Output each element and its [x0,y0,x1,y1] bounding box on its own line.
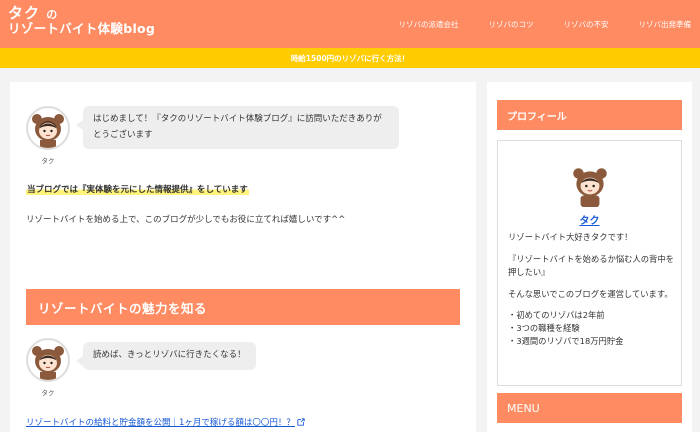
logo-title: リゾートバイト体験blog [8,20,156,36]
section-heading: リゾートバイトの魅力を知る [26,289,460,325]
announcement-text[interactable]: 時給1500円のリゾバに行く方法！ [291,53,409,64]
profile-description: リゾートバイト大好きタクです！ 『リゾートバイトを始めるか悩む人の背中を押したい… [508,231,678,348]
lead-text: リゾートバイトを始める上で、このブログが少しでもお役に立てれば嬉しいです^^ [26,215,346,225]
menu-heading: MENU [497,393,682,423]
nav-item-tips[interactable]: リゾバのコツ [480,19,543,30]
avatar [26,338,70,382]
intro-speech: タク はじめまして！『タクのリゾートバイト体験ブログ』に訪問いただきありがとうご… [26,106,399,165]
logo-particle: の [46,8,59,21]
logo-name: タク [8,4,41,22]
article-link[interactable]: リゾートバイトの給料と貯金額を公開｜1ヶ月で稼げる額は〇〇円！？ [26,416,305,428]
profile-heading: プロフィール [497,100,682,130]
profile-facts: 初めてのリゾバは2年前 3つの職種を経験 3週間のリゾバで18万円貯金 [508,309,678,348]
speech-bubble: はじめまして！『タクのリゾートバイト体験ブログ』に訪問いただきありがとうございま… [76,106,399,150]
list-item: 3週間のリゾバで18万円貯金 [508,335,678,348]
nav-item-prep[interactable]: リゾバ出発準備 [630,19,700,30]
profile-intro: リゾートバイト大好きタクです！ [508,232,633,242]
highlight-text: 当ブログでは『実体験を元にした情報提供』をしています [26,183,249,195]
profile-name-link[interactable]: タク [498,212,681,227]
site-logo[interactable]: タク の リゾートバイト体験blog [8,4,156,36]
section-speech: タク 読めば、きっとリゾバに行きたくなる！ [26,338,256,397]
profile-quote: 『リゾートバイトを始めるか悩む人の背中を押したい』 [508,253,674,277]
external-link-icon [297,418,305,426]
list-item: 初めてのリゾバは2年前 [508,309,678,322]
nav-item-worries[interactable]: リゾバの不安 [555,19,618,30]
announcement-bar[interactable]: 時給1500円のリゾバに行く方法！ [0,48,700,68]
article-link-text[interactable]: リゾートバイトの給料と貯金額を公開｜1ヶ月で稼げる額は〇〇円！？ [26,418,295,428]
bear-avatar-icon [32,114,64,148]
avatar-name: タク [41,157,55,165]
site-header: タク の リゾートバイト体験blog リゾバの派遣会社 リゾバのコツ リゾバの不… [0,0,700,48]
profile-mission: そんな思いでこのブログを運営しています。 [508,288,673,299]
list-item: 3つの職種を経験 [508,322,678,335]
profile-card: タク リゾートバイト大好きタクです！ 『リゾートバイトを始めるか悩む人の背中を押… [497,140,682,386]
bear-avatar-icon [32,346,64,380]
bear-profile-icon [573,168,607,207]
avatar-name: タク [41,389,55,397]
main-nav: リゾバの派遣会社 リゾバのコツ リゾバの不安 リゾバ出発準備 [378,0,700,48]
sidebar: プロフィール タク リゾートバイト大好きタクです！ 『リゾートバイトを始めるか悩… [487,82,692,432]
nav-item-dispatch[interactable]: リゾバの派遣会社 [390,19,468,30]
avatar [26,106,70,150]
main-content: タク はじめまして！『タクのリゾートバイト体験ブログ』に訪問いただきありがとうご… [10,82,476,432]
speech-bubble: 読めば、きっとリゾバに行きたくなる！ [76,342,256,370]
